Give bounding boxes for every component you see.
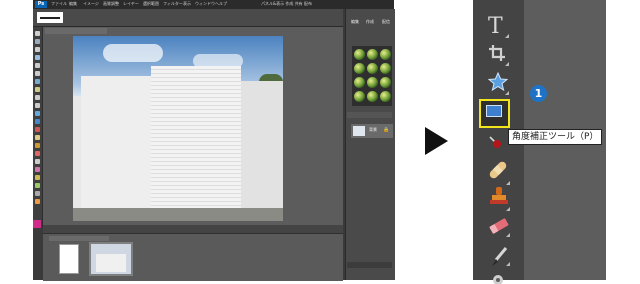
options-bar xyxy=(33,9,343,27)
menu-window[interactable]: ウィンドウ xyxy=(195,1,215,7)
effect-thumbnail[interactable] xyxy=(380,91,391,102)
panel-footer xyxy=(347,262,392,268)
effect-thumbnail[interactable] xyxy=(354,77,365,88)
brush-tool-icon[interactable] xyxy=(35,159,40,164)
right-arrow-icon xyxy=(425,127,448,155)
effect-thumbnail[interactable] xyxy=(354,91,365,102)
type-icon[interactable]: T xyxy=(488,14,503,39)
lock-icon[interactable]: 🔒 xyxy=(383,127,389,133)
app-logo: Ps xyxy=(35,1,47,8)
selection-brush-tool-icon[interactable] xyxy=(35,87,40,92)
top-action-create[interactable]: 作成 xyxy=(285,1,293,6)
eraser-icon[interactable] xyxy=(488,218,510,234)
effect-thumbnail[interactable] xyxy=(367,91,378,102)
gear-icon[interactable] xyxy=(490,270,506,284)
submenu-triangle-icon xyxy=(506,207,510,211)
crop-icon[interactable] xyxy=(489,45,505,61)
menu-bar: Ps ファイル 編集 イメージ 画質調整 レイヤー 選択範囲 フィルター 表示 … xyxy=(33,0,394,9)
hand-tool-icon[interactable] xyxy=(35,47,40,52)
magic-wand-tool-icon[interactable] xyxy=(35,79,40,84)
menu-help[interactable]: ヘルプ xyxy=(215,1,227,7)
clone-stamp-tool-icon[interactable] xyxy=(35,143,40,148)
healing-tool-icon[interactable] xyxy=(35,135,40,140)
submenu-triangle-icon xyxy=(506,181,510,185)
toolbox xyxy=(33,27,43,227)
color-swatch[interactable] xyxy=(33,220,41,228)
bin-thumbnail-selected[interactable] xyxy=(89,242,133,276)
effect-thumbnail[interactable] xyxy=(367,63,378,74)
menu-file[interactable]: ファイル xyxy=(51,1,67,7)
straighten-tool-icon[interactable] xyxy=(35,119,40,124)
submenu-triangle-icon xyxy=(506,262,510,266)
red-eye-icon[interactable] xyxy=(488,135,502,149)
panel-tab-create[interactable]: 作成 xyxy=(366,19,374,25)
marquee-tool-icon[interactable] xyxy=(35,63,40,68)
submenu-triangle-icon xyxy=(505,62,509,66)
top-action-distribute[interactable]: 配布 xyxy=(304,1,312,6)
menu-image[interactable]: イメージ xyxy=(83,1,99,7)
pencil-tool-icon[interactable] xyxy=(35,167,40,172)
photo-bin-header[interactable] xyxy=(49,236,109,241)
eraser-tool-icon[interactable] xyxy=(35,151,40,156)
crop-tool-icon[interactable] xyxy=(35,103,40,108)
paint-bucket-tool-icon[interactable] xyxy=(35,175,40,180)
zoom-tool-icon[interactable] xyxy=(35,39,40,44)
submenu-triangle-icon xyxy=(506,233,510,237)
effect-thumbnail[interactable] xyxy=(380,49,391,60)
effect-thumbnail[interactable] xyxy=(367,77,378,88)
submenu-triangle-icon xyxy=(505,91,509,95)
move-tool-icon[interactable] xyxy=(35,31,40,36)
top-action-share[interactable]: 共有 xyxy=(295,1,303,6)
layer-thumbnail xyxy=(353,126,365,136)
menu-edit[interactable]: 編集 xyxy=(69,1,77,7)
effect-thumbnail[interactable] xyxy=(354,63,365,74)
menu-view[interactable]: 表示 xyxy=(183,1,191,7)
eyedropper-tool-icon[interactable] xyxy=(35,55,40,60)
effect-thumbnail[interactable] xyxy=(380,77,391,88)
tool-preset-icon[interactable] xyxy=(37,12,63,23)
photo-wall xyxy=(241,81,283,211)
menu-select[interactable]: 選択範囲 xyxy=(143,1,159,7)
bin-thumbnail[interactable] xyxy=(59,244,79,274)
menu-enhance[interactable]: 画質調整 xyxy=(103,1,119,7)
tool-tooltip: 角度補正ツール（P） xyxy=(508,129,603,145)
photo-slatted-wall xyxy=(151,66,241,211)
red-eye-tool-icon[interactable] xyxy=(35,127,40,132)
straighten-icon[interactable] xyxy=(486,105,502,117)
type-tool-icon[interactable] xyxy=(35,95,40,100)
panel-tab-share[interactable]: 配信 xyxy=(382,19,390,25)
photo-ground xyxy=(73,208,283,221)
spot-healing-icon[interactable] xyxy=(486,158,510,182)
panel-tab-edit[interactable]: 編集 xyxy=(351,19,359,25)
submenu-triangle-icon xyxy=(505,34,509,38)
status-bar xyxy=(43,225,343,233)
shape-tool-icon[interactable] xyxy=(35,111,40,116)
menu-filter[interactable]: フィルター xyxy=(163,1,183,7)
effects-panel xyxy=(352,46,392,106)
document-tab[interactable] xyxy=(45,28,107,34)
sponge-tool-icon[interactable] xyxy=(35,199,40,204)
photo-wall xyxy=(81,76,151,211)
shape-icon[interactable] xyxy=(488,72,508,92)
layers-panel-header xyxy=(347,112,392,118)
effect-thumbnail[interactable] xyxy=(367,49,378,60)
document-photo xyxy=(73,36,283,221)
effect-thumbnail[interactable] xyxy=(354,49,365,60)
photo-cloud xyxy=(103,44,163,62)
gradient-tool-icon[interactable] xyxy=(35,183,40,188)
step-badge: 1 xyxy=(530,85,547,102)
clone-stamp-icon[interactable] xyxy=(488,186,510,208)
effect-thumbnail[interactable] xyxy=(380,63,391,74)
blur-tool-icon[interactable] xyxy=(35,191,40,196)
lasso-tool-icon[interactable] xyxy=(35,71,40,76)
menu-layer[interactable]: レイヤー xyxy=(123,1,139,7)
top-right-actions: パネル&表示 作成 共有 配布 xyxy=(261,1,312,7)
top-action-panels[interactable]: パネル&表示 xyxy=(261,1,284,6)
layer-name: 背景 xyxy=(369,127,377,132)
